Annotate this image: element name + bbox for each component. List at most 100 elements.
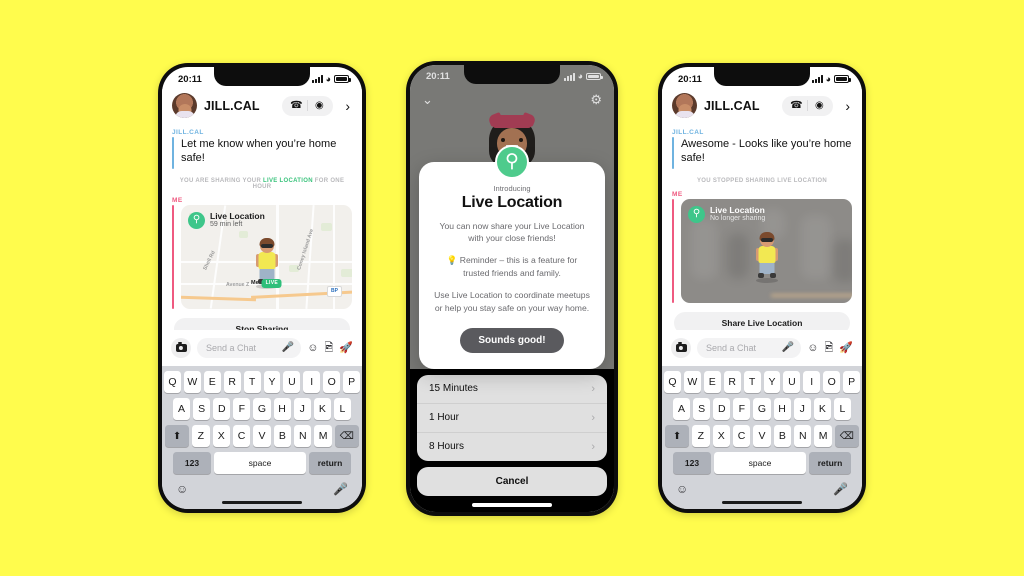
key[interactable]: N xyxy=(794,425,812,447)
key[interactable]: I xyxy=(303,371,321,393)
key[interactable]: O xyxy=(323,371,341,393)
send-a-chat-input[interactable]: Send a Chat 🎤 xyxy=(697,338,802,358)
key[interactable]: C xyxy=(732,425,751,447)
phone-icon[interactable]: ☎ xyxy=(285,96,307,116)
microphone-icon[interactable]: 🎤 xyxy=(282,343,294,353)
backspace-key[interactable]: ⌫ xyxy=(834,425,859,447)
chevron-right-icon[interactable]: › xyxy=(840,98,852,114)
numbers-key[interactable]: 123 xyxy=(173,452,211,474)
key[interactable]: X xyxy=(712,425,730,447)
key[interactable]: X xyxy=(212,425,230,447)
key[interactable]: D xyxy=(713,398,731,420)
sticker-icon[interactable]: 🖻 xyxy=(324,342,333,354)
key[interactable]: B xyxy=(773,425,792,447)
key[interactable]: K xyxy=(313,398,331,420)
key[interactable]: Y xyxy=(763,371,781,393)
avatar[interactable] xyxy=(672,93,697,118)
backspace-key[interactable]: ⌫ xyxy=(334,425,359,447)
chat-input-row: Send a Chat 🎤 ☺ 🖻 🚀 xyxy=(162,330,362,366)
key[interactable]: F xyxy=(233,398,251,420)
key[interactable]: E xyxy=(203,371,221,393)
camera-icon[interactable] xyxy=(171,338,191,358)
live-location-card[interactable]: Shell Rd Avenue Z Ocean Coney Island Ave… xyxy=(181,204,352,309)
key[interactable]: T xyxy=(243,371,261,393)
phone-icon[interactable]: ☎ xyxy=(785,96,807,116)
key[interactable]: S xyxy=(193,398,211,420)
video-camera-icon[interactable]: ◉ xyxy=(808,96,830,116)
chevron-right-icon[interactable]: › xyxy=(340,98,352,114)
dictation-icon[interactable]: 🎤 xyxy=(833,483,848,495)
key[interactable]: W xyxy=(683,371,701,393)
key[interactable]: E xyxy=(703,371,721,393)
emoji-key-icon[interactable]: ☺ xyxy=(676,483,688,495)
conversation: JILL.CAL Let me know when you’re home sa… xyxy=(162,124,362,330)
send-a-chat-input[interactable]: Send a Chat 🎤 xyxy=(197,338,302,358)
key[interactable]: Z xyxy=(692,425,710,447)
shift-key[interactable]: ⬆ xyxy=(665,425,690,447)
key[interactable]: U xyxy=(283,371,301,393)
key[interactable]: P xyxy=(343,371,361,393)
key[interactable]: J xyxy=(293,398,311,420)
rocket-icon[interactable]: 🚀 xyxy=(839,342,853,354)
stop-sharing-button[interactable]: Stop Sharing xyxy=(174,317,350,330)
live-location-card[interactable]: ⚲ Live Location No longer sharing xyxy=(681,198,852,303)
key[interactable]: Z xyxy=(192,425,210,447)
emoji-key-icon[interactable]: ☺ xyxy=(176,483,188,495)
key[interactable]: L xyxy=(333,398,351,420)
signal-bars-icon xyxy=(312,75,323,83)
notch xyxy=(714,67,810,86)
key[interactable]: S xyxy=(693,398,711,420)
location-card-subtitle: 59 min left xyxy=(210,221,243,229)
return-key[interactable]: return xyxy=(309,452,351,474)
signal-bars-icon xyxy=(812,75,823,83)
microphone-icon[interactable]: 🎤 xyxy=(782,343,794,353)
key[interactable]: A xyxy=(673,398,691,420)
key[interactable]: H xyxy=(273,398,291,420)
key[interactable]: T xyxy=(743,371,761,393)
key[interactable]: I xyxy=(803,371,821,393)
share-live-location-button[interactable]: Share Live Location xyxy=(674,311,850,330)
key[interactable]: L xyxy=(833,398,851,420)
key[interactable]: J xyxy=(793,398,811,420)
key[interactable]: G xyxy=(253,398,271,420)
key[interactable]: P xyxy=(843,371,861,393)
key[interactable]: G xyxy=(753,398,771,420)
key[interactable]: D xyxy=(213,398,231,420)
key[interactable]: A xyxy=(173,398,191,420)
key[interactable]: Q xyxy=(663,371,681,393)
rocket-icon[interactable]: 🚀 xyxy=(339,342,353,354)
key[interactable]: O xyxy=(823,371,841,393)
key[interactable]: N xyxy=(294,425,312,447)
key[interactable]: R xyxy=(223,371,241,393)
shift-key[interactable]: ⬆ xyxy=(165,425,190,447)
smiley-icon[interactable]: ☺ xyxy=(307,342,318,354)
space-key[interactable]: space xyxy=(214,452,306,474)
space-key[interactable]: space xyxy=(714,452,806,474)
key[interactable]: U xyxy=(783,371,801,393)
key[interactable]: Y xyxy=(263,371,281,393)
key[interactable]: Q xyxy=(163,371,181,393)
avatar[interactable] xyxy=(172,93,197,118)
key[interactable]: C xyxy=(232,425,251,447)
key[interactable]: H xyxy=(773,398,791,420)
live-location-intro-modal: ⚲ Introducing Live Location You can now … xyxy=(419,144,605,370)
numbers-key[interactable]: 123 xyxy=(673,452,711,474)
smiley-icon[interactable]: ☺ xyxy=(807,342,818,354)
return-key[interactable]: return xyxy=(809,452,851,474)
key[interactable]: B xyxy=(273,425,292,447)
chat-header: JILL.CAL ☎ ◉ › xyxy=(162,89,362,124)
key[interactable]: W xyxy=(183,371,201,393)
key[interactable]: V xyxy=(753,425,771,447)
key[interactable]: K xyxy=(813,398,831,420)
key[interactable]: R xyxy=(723,371,741,393)
modal-eyebrow: Introducing xyxy=(493,183,531,193)
sounds-good-button[interactable]: Sounds good! xyxy=(460,328,564,354)
key[interactable]: M xyxy=(314,425,332,447)
camera-icon[interactable] xyxy=(671,338,691,358)
key[interactable]: M xyxy=(814,425,832,447)
dictation-icon[interactable]: 🎤 xyxy=(333,483,348,495)
key[interactable]: V xyxy=(253,425,271,447)
video-camera-icon[interactable]: ◉ xyxy=(308,96,330,116)
sticker-icon[interactable]: 🖻 xyxy=(824,342,833,354)
key[interactable]: F xyxy=(733,398,751,420)
